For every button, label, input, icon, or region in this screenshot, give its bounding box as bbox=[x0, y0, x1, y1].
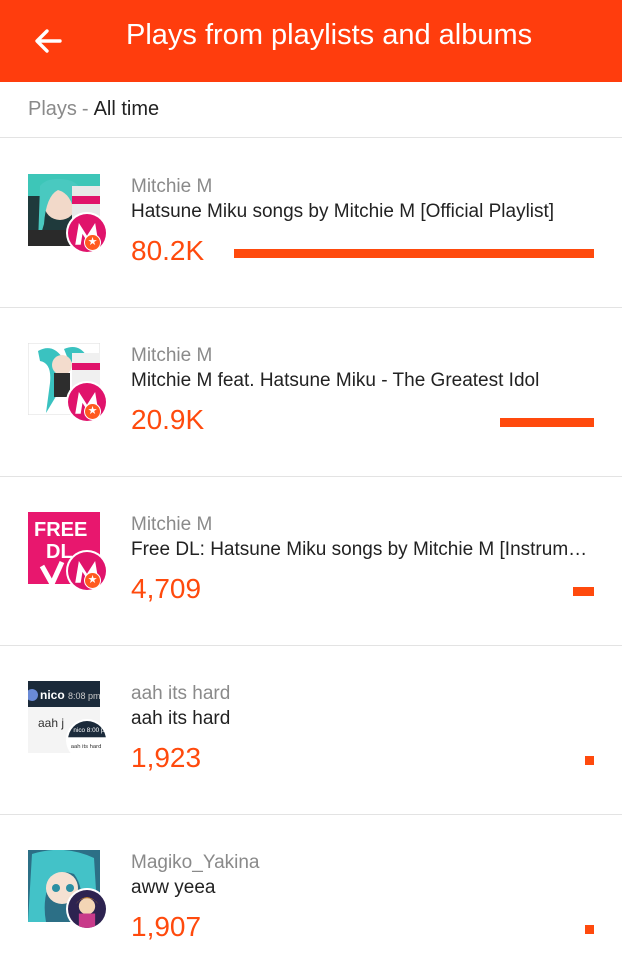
play-count-bar bbox=[585, 756, 594, 765]
playlist-artwork: FREE DL ★ bbox=[28, 512, 108, 592]
item-title[interactable]: Hatsune Miku songs by Mitchie M [Officia… bbox=[131, 201, 597, 223]
play-count-bar bbox=[585, 925, 594, 934]
playlist-artwork: nico 8:08 pm aah j nico 8:00 p aah its h… bbox=[28, 681, 108, 761]
time-range-header[interactable]: Plays - All time bbox=[0, 82, 622, 138]
pro-star-icon: ★ bbox=[84, 572, 101, 589]
time-range-value[interactable]: All time bbox=[94, 98, 160, 121]
svg-text:aah its hard: aah its hard bbox=[71, 744, 102, 750]
plays-label: Plays bbox=[28, 98, 77, 120]
uploader-name[interactable]: Magiko_Yakina bbox=[131, 852, 260, 874]
uploader-name[interactable]: Mitchie M bbox=[131, 514, 212, 536]
user-avatar bbox=[66, 888, 108, 930]
playlist-artwork: ★ bbox=[28, 343, 108, 423]
user-avatar: nico 8:00 p aah its hard bbox=[66, 719, 108, 761]
list-item[interactable]: Magiko_Yakina aww yeea 1,907 bbox=[0, 815, 622, 960]
play-count: 1,923 bbox=[131, 742, 202, 773]
item-title[interactable]: aah its hard bbox=[131, 708, 597, 730]
playlist-artwork bbox=[28, 850, 108, 930]
play-count: 80.2K bbox=[131, 235, 205, 266]
app-bar: Plays from playlists and albums bbox=[0, 0, 622, 82]
play-count: 20.9K bbox=[131, 404, 205, 435]
playlist-artwork: ★ bbox=[28, 174, 108, 254]
uploader-name[interactable]: Mitchie M bbox=[131, 176, 212, 198]
play-count: 1,907 bbox=[131, 911, 202, 942]
page-title: Plays from playlists and albums bbox=[126, 19, 533, 51]
play-count-bar bbox=[573, 587, 594, 596]
play-count-bar bbox=[500, 418, 594, 427]
svg-text:nico 8:00 p: nico 8:00 p bbox=[73, 727, 104, 734]
plays-list: ★ Mitchie M Hatsune Miku songs by Mitchi… bbox=[0, 139, 622, 960]
item-title[interactable]: Free DL: Hatsune Miku songs by Mitchie M… bbox=[131, 539, 597, 561]
svg-text:nico: nico bbox=[40, 688, 65, 702]
pro-star-icon: ★ bbox=[84, 403, 101, 420]
list-item[interactable]: ★ Mitchie M Hatsune Miku songs by Mitchi… bbox=[0, 139, 622, 308]
play-count: 4,709 bbox=[131, 573, 202, 604]
arrow-left-icon bbox=[35, 29, 62, 53]
svg-text:aah j: aah j bbox=[38, 716, 64, 730]
list-item[interactable]: ★ Mitchie M Mitchie M feat. Hatsune Miku… bbox=[0, 308, 622, 477]
uploader-name[interactable]: Mitchie M bbox=[131, 345, 212, 367]
item-title[interactable]: Mitchie M feat. Hatsune Miku - The Great… bbox=[131, 370, 597, 392]
pro-star-icon: ★ bbox=[84, 234, 101, 251]
play-count-bar bbox=[234, 249, 594, 258]
svg-text:8:08 pm: 8:08 pm bbox=[68, 691, 100, 701]
item-title[interactable]: aww yeea bbox=[131, 877, 597, 899]
back-button[interactable] bbox=[24, 17, 72, 65]
uploader-name[interactable]: aah its hard bbox=[131, 683, 230, 705]
separator: - bbox=[81, 98, 89, 120]
list-item[interactable]: FREE DL ★ Mitchie M Free DL: Hatsune Mik… bbox=[0, 477, 622, 646]
svg-text:FREE: FREE bbox=[34, 519, 87, 541]
list-item[interactable]: nico 8:08 pm aah j nico 8:00 p aah its h… bbox=[0, 646, 622, 815]
